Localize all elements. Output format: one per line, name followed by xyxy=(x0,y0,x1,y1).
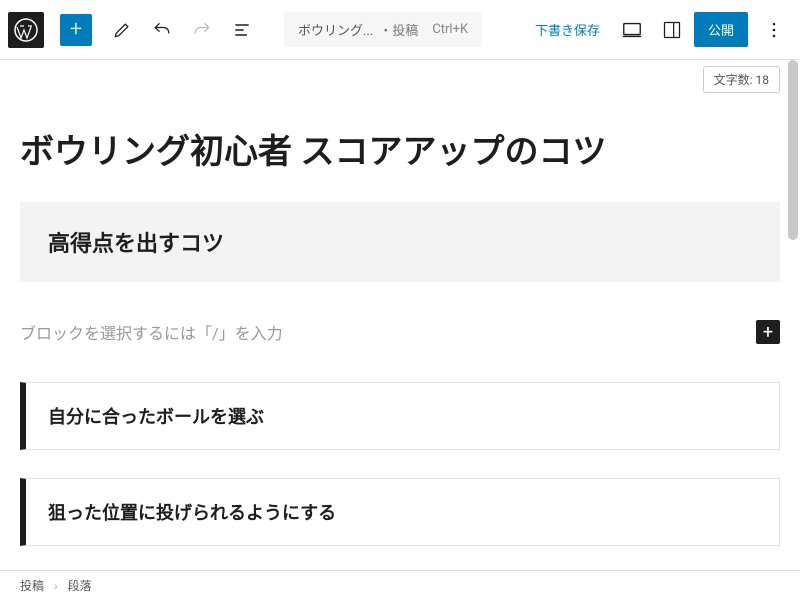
heading-block-1[interactable]: 高得点を出すコツ xyxy=(20,202,780,282)
more-options-icon[interactable] xyxy=(756,12,792,48)
post-title[interactable]: ボウリング初心者 スコアアップのコツ xyxy=(20,130,780,174)
block-breadcrumb: 投稿 › 段落 xyxy=(0,570,800,600)
document-info-bar[interactable]: ボウリング... ・投稿 Ctrl+K xyxy=(284,12,482,47)
top-toolbar: + ボウリング... ・投稿 Ctrl+K 下書き保存 公開 xyxy=(0,0,800,60)
add-block-button[interactable]: + xyxy=(756,320,780,344)
block-placeholder-text: ブロックを選択するには「/」を入力 xyxy=(20,320,283,344)
editor-canvas[interactable]: ボウリング初心者 スコアアップのコツ 高得点を出すコツ ブロックを選択するには「… xyxy=(0,60,800,570)
undo-icon[interactable] xyxy=(144,12,180,48)
redo-icon[interactable] xyxy=(184,12,220,48)
heading-block-3[interactable]: 狙った位置に投げられるようにする xyxy=(20,478,780,546)
edit-tool-icon[interactable] xyxy=(104,12,140,48)
empty-paragraph-block[interactable]: ブロックを選択するには「/」を入力 + xyxy=(20,310,780,354)
save-draft-button[interactable]: 下書き保存 xyxy=(525,12,610,47)
preview-device-icon[interactable] xyxy=(614,12,650,48)
wordpress-logo-icon[interactable] xyxy=(8,12,44,48)
heading-block-2[interactable]: 自分に合ったボールを選ぶ xyxy=(20,382,780,450)
doc-shortcut: Ctrl+K xyxy=(432,22,468,37)
breadcrumb-separator-icon: › xyxy=(54,579,58,593)
document-overview-icon[interactable] xyxy=(224,12,260,48)
publish-button[interactable]: 公開 xyxy=(694,12,748,47)
settings-panel-icon[interactable] xyxy=(654,12,690,48)
breadcrumb-current[interactable]: 段落 xyxy=(68,577,92,594)
doc-title: ボウリング... xyxy=(298,20,373,39)
breadcrumb-root[interactable]: 投稿 xyxy=(20,577,44,594)
block-inserter-button[interactable]: + xyxy=(60,14,92,46)
doc-type: ・投稿 xyxy=(379,20,418,39)
